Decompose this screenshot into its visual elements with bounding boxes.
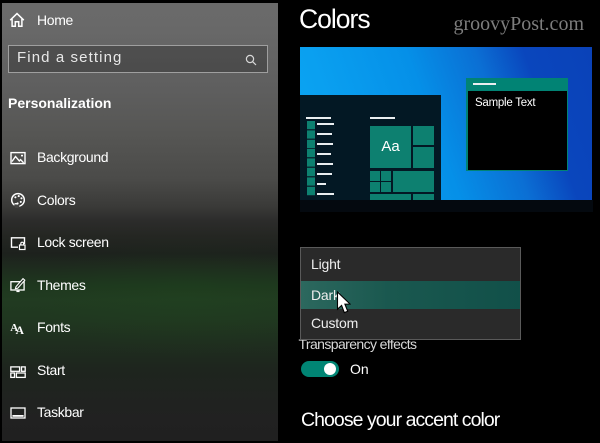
svg-text:A: A [16, 325, 25, 336]
